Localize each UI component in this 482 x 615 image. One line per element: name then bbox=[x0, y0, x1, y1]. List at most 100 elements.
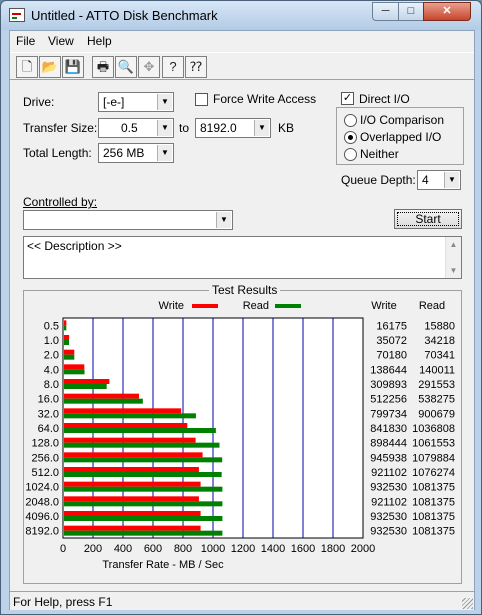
menu-help[interactable]: Help bbox=[87, 34, 112, 48]
write-bar bbox=[64, 320, 67, 326]
y-tick-label: 128.0 bbox=[31, 438, 59, 450]
write-value: 932530 bbox=[370, 511, 407, 523]
x-tick-label: 200 bbox=[84, 543, 102, 555]
write-bar bbox=[64, 525, 201, 531]
chevron-down-icon[interactable]: ▼ bbox=[216, 212, 231, 228]
write-bar bbox=[64, 437, 196, 443]
chevron-down-icon[interactable]: ▼ bbox=[157, 120, 172, 136]
write-value: 841830 bbox=[370, 423, 407, 435]
resize-grip-icon[interactable] bbox=[462, 598, 473, 609]
read-value: 70341 bbox=[424, 350, 455, 362]
read-value: 1081375 bbox=[412, 482, 455, 494]
description-scrollbar[interactable]: ▲ ▼ bbox=[445, 237, 461, 278]
read-value: 1081375 bbox=[412, 526, 455, 538]
minimize-button[interactable]: ─ bbox=[372, 2, 399, 21]
x-axis-label: Transfer Rate - MB / Sec bbox=[102, 559, 224, 571]
read-value: 15880 bbox=[424, 320, 455, 332]
kb-label: KB bbox=[278, 121, 295, 135]
write-value: 921102 bbox=[371, 467, 407, 479]
chevron-down-icon[interactable]: ▼ bbox=[254, 120, 269, 136]
force-write-label[interactable]: Force Write Access bbox=[213, 92, 316, 106]
read-bar bbox=[64, 369, 85, 375]
write-bar bbox=[64, 452, 203, 458]
save-icon[interactable]: 💾 bbox=[62, 56, 84, 78]
total-length-label: Total Length: bbox=[23, 146, 92, 160]
write-bar bbox=[64, 349, 75, 355]
start-button-label: Start bbox=[397, 212, 459, 226]
start-button[interactable]: Start bbox=[394, 209, 462, 229]
read-bar bbox=[64, 384, 107, 389]
read-bar bbox=[64, 486, 223, 492]
x-tick-label: 800 bbox=[174, 543, 192, 555]
chevron-down-icon[interactable]: ▼ bbox=[444, 172, 459, 188]
read-bar bbox=[64, 413, 196, 419]
y-tick-label: 8192.0 bbox=[25, 526, 59, 538]
chevron-down-icon[interactable]: ▼ bbox=[157, 94, 172, 110]
scroll-up-icon[interactable]: ▲ bbox=[446, 237, 461, 252]
transfer-size-to-value: 8192.0 bbox=[200, 121, 237, 135]
new-icon[interactable]: 🗋 bbox=[16, 56, 38, 78]
read-bar bbox=[64, 340, 70, 345]
column-read-header: Read bbox=[419, 300, 445, 312]
read-bar bbox=[64, 457, 223, 463]
write-value: 945938 bbox=[370, 452, 407, 464]
print-icon[interactable]: 🖶 bbox=[92, 56, 114, 78]
total-length-select[interactable]: 256 MB ▼ bbox=[98, 143, 174, 163]
overlapped-io-radio[interactable] bbox=[344, 131, 357, 144]
app-window: Untitled - ATTO Disk Benchmark ─ □ ✕ Fil… bbox=[0, 0, 482, 615]
neither-label[interactable]: Neither bbox=[360, 147, 399, 161]
direct-io-label[interactable]: Direct I/O bbox=[359, 92, 410, 106]
x-tick-label: 400 bbox=[114, 543, 132, 555]
close-button[interactable]: ✕ bbox=[423, 2, 471, 21]
force-write-checkbox[interactable] bbox=[195, 93, 208, 106]
description-text: << Description >> bbox=[27, 239, 122, 253]
read-value: 1081375 bbox=[412, 496, 455, 508]
read-bar bbox=[64, 325, 67, 331]
write-value: 35072 bbox=[376, 335, 407, 347]
y-tick-label: 4.0 bbox=[44, 364, 59, 376]
chevron-down-icon[interactable]: ▼ bbox=[157, 145, 172, 161]
write-bar bbox=[64, 467, 199, 472]
total-length-value: 256 MB bbox=[103, 146, 145, 160]
read-value: 900679 bbox=[418, 408, 455, 420]
maximize-button[interactable]: □ bbox=[398, 2, 424, 21]
queue-depth-select[interactable]: 4 ▼ bbox=[417, 170, 461, 190]
read-value: 1036808 bbox=[412, 423, 455, 435]
read-value: 34218 bbox=[424, 335, 455, 347]
scroll-down-icon[interactable]: ▼ bbox=[446, 263, 461, 278]
write-value: 932530 bbox=[370, 526, 407, 538]
print-preview-icon[interactable]: 🔍 bbox=[115, 56, 137, 78]
results-chart: 0 200 400 600 800 1000 1200 1400 1600 1800 2000 Wri… bbox=[25, 300, 455, 571]
write-bar bbox=[64, 423, 188, 428]
menu-file[interactable]: File bbox=[16, 34, 35, 48]
drive-value: [-e-] bbox=[103, 95, 125, 109]
y-tick-label: 8.0 bbox=[44, 379, 59, 391]
context-help-icon[interactable]: ⁇ bbox=[185, 56, 207, 78]
transfer-size-label: Transfer Size: bbox=[23, 121, 98, 135]
io-comparison-label[interactable]: I/O Comparison bbox=[360, 113, 444, 127]
drive-select[interactable]: [-e-] ▼ bbox=[98, 92, 174, 112]
menu-view[interactable]: View bbox=[48, 34, 74, 48]
description-field[interactable]: << Description >> ▲ ▼ bbox=[23, 236, 462, 279]
x-tick-label: 1400 bbox=[261, 543, 285, 555]
write-value: 16175 bbox=[376, 320, 407, 332]
drive-label: Drive: bbox=[23, 95, 55, 109]
help-icon[interactable]: ? bbox=[162, 56, 184, 78]
y-tick-label: 1.0 bbox=[44, 335, 59, 347]
overlapped-io-label[interactable]: Overlapped I/O bbox=[360, 130, 441, 144]
write-bar bbox=[64, 379, 110, 384]
app-icon[interactable] bbox=[9, 8, 25, 22]
io-comparison-radio[interactable] bbox=[344, 114, 357, 127]
direct-io-checkbox[interactable]: ✓ bbox=[341, 92, 354, 105]
neither-radio[interactable] bbox=[344, 148, 357, 161]
open-icon[interactable]: 📂 bbox=[39, 56, 61, 78]
move-icon[interactable]: ✥ bbox=[138, 56, 160, 78]
title-bar[interactable]: Untitled - ATTO Disk Benchmark ─ □ ✕ bbox=[1, 1, 481, 30]
write-bar bbox=[64, 393, 140, 399]
controlled-by-select[interactable]: ▼ bbox=[23, 210, 233, 230]
y-tick-label: 0.5 bbox=[44, 320, 59, 332]
x-tick-label: 0 bbox=[60, 543, 66, 555]
transfer-size-from-select[interactable]: 0.5 ▼ bbox=[98, 118, 174, 138]
transfer-size-to-select[interactable]: 8192.0 ▼ bbox=[195, 118, 271, 138]
write-value: 138644 bbox=[370, 364, 407, 376]
